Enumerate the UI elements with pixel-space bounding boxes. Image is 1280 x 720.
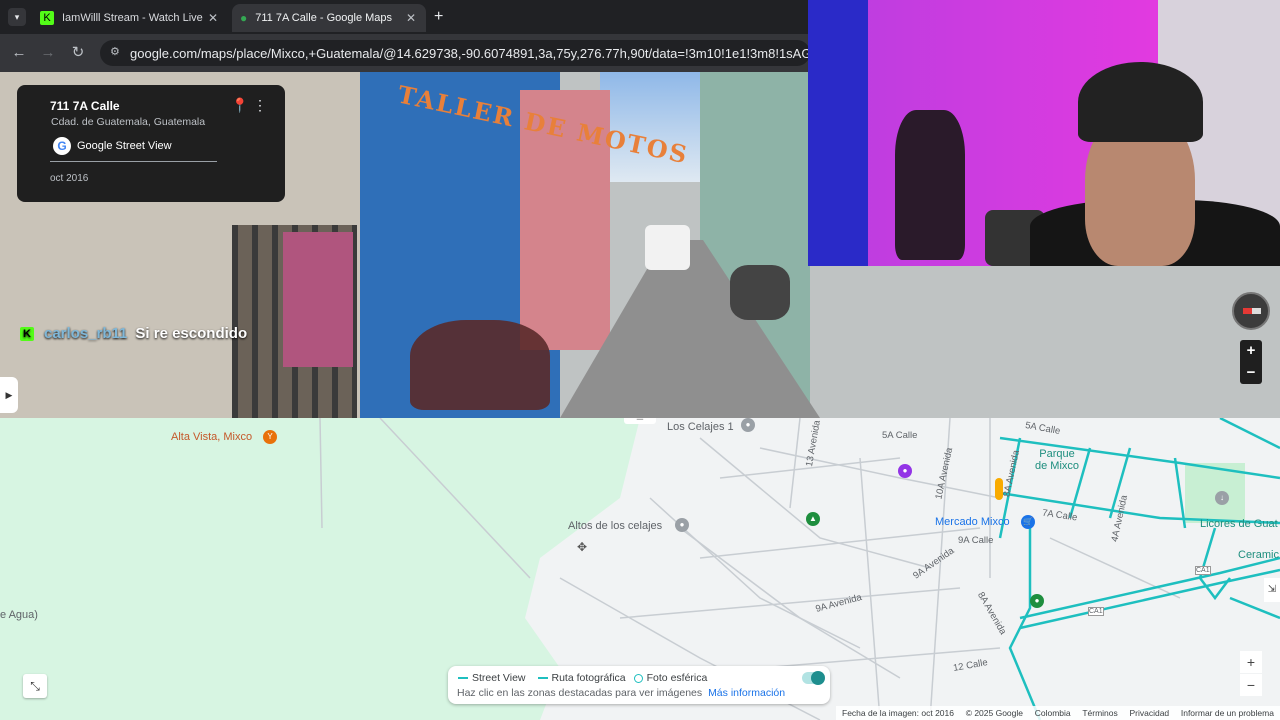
- close-tab-icon[interactable]: ✕: [404, 11, 418, 25]
- zoom-in-button[interactable]: +: [1240, 340, 1262, 362]
- motorcycle: [730, 265, 790, 320]
- pan-cursor-icon: ✥: [577, 540, 588, 554]
- place-pin-icon[interactable]: ●: [741, 418, 755, 432]
- label-parque[interactable]: Parque de Mixco: [1032, 448, 1082, 472]
- map-zoom-out-button[interactable]: −: [1240, 674, 1262, 696]
- more-info-link[interactable]: Más información: [708, 687, 785, 699]
- motorcycle: [410, 320, 550, 410]
- kick-icon: K: [20, 326, 34, 341]
- kick-icon: K: [40, 11, 54, 25]
- purple-pin-icon[interactable]: ●: [898, 464, 912, 478]
- url-text: google.com/maps/place/Mixco,+Guatemala/@…: [130, 45, 810, 61]
- download-pin-icon[interactable]: ↓: [1215, 491, 1229, 505]
- footer-report[interactable]: Informar de un problema: [1181, 708, 1274, 718]
- street-view-toggle[interactable]: [802, 671, 825, 685]
- webcam-cap: [1078, 62, 1203, 142]
- foto-dot-icon: [633, 673, 643, 683]
- park-pin-icon[interactable]: ●: [1030, 594, 1044, 608]
- new-tab-button[interactable]: +: [434, 8, 443, 26]
- street-label: 9A Calle: [958, 535, 994, 546]
- place-title: 711 7A Calle: [50, 99, 120, 113]
- legend-street-view: Street View: [472, 672, 526, 684]
- capture-date[interactable]: oct 2016: [50, 173, 88, 184]
- chat-message: K carlos_rb11 Si re escondido: [20, 325, 247, 342]
- label-los-celajes[interactable]: Los Celajes 1: [667, 421, 734, 433]
- back-arrow-icon[interactable]: ←: [8, 42, 30, 64]
- map-footer: Fecha de la imagen: oct 2016 © 2025 Goog…: [836, 706, 1280, 720]
- footer-copyright: © 2025 Google: [965, 708, 1024, 718]
- map-zoom-in-button[interactable]: +: [1240, 651, 1262, 673]
- street-view-info-card: 711 7A Calle Cdad. de Guatemala, Guatema…: [17, 85, 285, 202]
- place-pin-icon[interactable]: ●: [675, 518, 689, 532]
- street-view-legend: Street View Ruta fotográfica Foto esféri…: [448, 666, 830, 704]
- label-licores[interactable]: Licores de Guat: [1200, 518, 1278, 530]
- expand-panel-button[interactable]: ▶: [0, 377, 18, 413]
- reload-icon[interactable]: ↻: [67, 42, 89, 64]
- site-info-icon[interactable]: ⚙: [110, 45, 120, 58]
- compass-button[interactable]: [1232, 292, 1270, 330]
- legend-row: Street View Ruta fotográfica Foto esféri…: [458, 672, 707, 684]
- chat-username: carlos_rb11: [44, 325, 128, 342]
- toggle-knob: [811, 671, 825, 685]
- close-tab-icon[interactable]: ✕: [206, 11, 220, 25]
- address-bar[interactable]: ⚙ google.com/maps/place/Mixco,+Guatemala…: [100, 40, 810, 66]
- legend-ruta: Ruta fotográfica: [551, 672, 626, 684]
- label-altos-celajes[interactable]: Altos de los celajes: [568, 520, 662, 532]
- label-mercado[interactable]: Mercado Mixco: [935, 516, 1010, 528]
- white-van: [645, 225, 690, 270]
- route-ca1-label: CA1: [1088, 607, 1104, 616]
- forward-arrow-icon[interactable]: →: [37, 42, 59, 64]
- legend-hint-row: Haz clic en las zonas destacadas para ve…: [457, 687, 785, 699]
- footer-privacy[interactable]: Privacidad: [1129, 708, 1169, 718]
- bar-pin-icon[interactable]: Y: [263, 430, 277, 444]
- tab-search-button[interactable]: ▾: [8, 8, 26, 26]
- shopping-cart-icon[interactable]: 🛒: [1021, 515, 1035, 529]
- chat-text: Si re escondido: [135, 325, 248, 342]
- street-view-line-icon: [458, 677, 468, 679]
- more-vert-icon[interactable]: ⋮: [253, 97, 267, 114]
- tab-google-maps[interactable]: ● 711 7A Calle - Google Maps ✕: [232, 4, 426, 32]
- exit-fullscreen-icon[interactable]: ⤡: [23, 674, 47, 698]
- footer-region[interactable]: Colombia: [1035, 708, 1071, 718]
- tab-title: 711 7A Calle - Google Maps: [255, 12, 393, 24]
- tree-pin-icon[interactable]: ▲: [806, 512, 820, 526]
- street-label: 5A Calle: [882, 430, 918, 441]
- label-ceramic[interactable]: Ceramic: [1238, 549, 1279, 561]
- street-view-brand: G Google Street View: [53, 137, 172, 155]
- compass-needle-icon: [1243, 308, 1261, 314]
- legend-hint: Haz clic en las zonas destacadas para ve…: [457, 687, 703, 699]
- tab-kick-stream[interactable]: K IamWilll Stream - Watch Live o ✕: [32, 4, 228, 32]
- ruta-line-icon: [537, 677, 548, 679]
- webcam-figurine: [895, 110, 965, 260]
- tab-title: IamWilll Stream - Watch Live o: [62, 12, 206, 24]
- location-pin-icon[interactable]: 📍: [231, 97, 248, 114]
- drag-handle[interactable]: ═: [624, 418, 656, 424]
- card-divider: [50, 161, 217, 162]
- google-g-icon: G: [53, 137, 71, 155]
- webcam-blue-panel: [808, 0, 868, 266]
- side-collapse-icon[interactable]: ⇲: [1264, 578, 1280, 602]
- label-alta-vista[interactable]: Alta Vista, Mixco: [171, 431, 252, 443]
- maps-pin-icon: ●: [240, 11, 248, 25]
- label-agua: e Agua): [0, 609, 38, 621]
- shop-poster: [283, 232, 353, 367]
- place-subtitle: Cdad. de Guatemala, Guatemala: [51, 116, 206, 128]
- brand-label: Google Street View: [77, 140, 172, 152]
- zoom-out-button[interactable]: −: [1240, 362, 1262, 384]
- footer-terms[interactable]: Términos: [1082, 708, 1117, 718]
- route-ca1-label: CA1: [1195, 566, 1211, 575]
- legend-foto: Foto esférica: [646, 672, 708, 684]
- footer-image-date: Fecha de la imagen: oct 2016: [842, 708, 954, 718]
